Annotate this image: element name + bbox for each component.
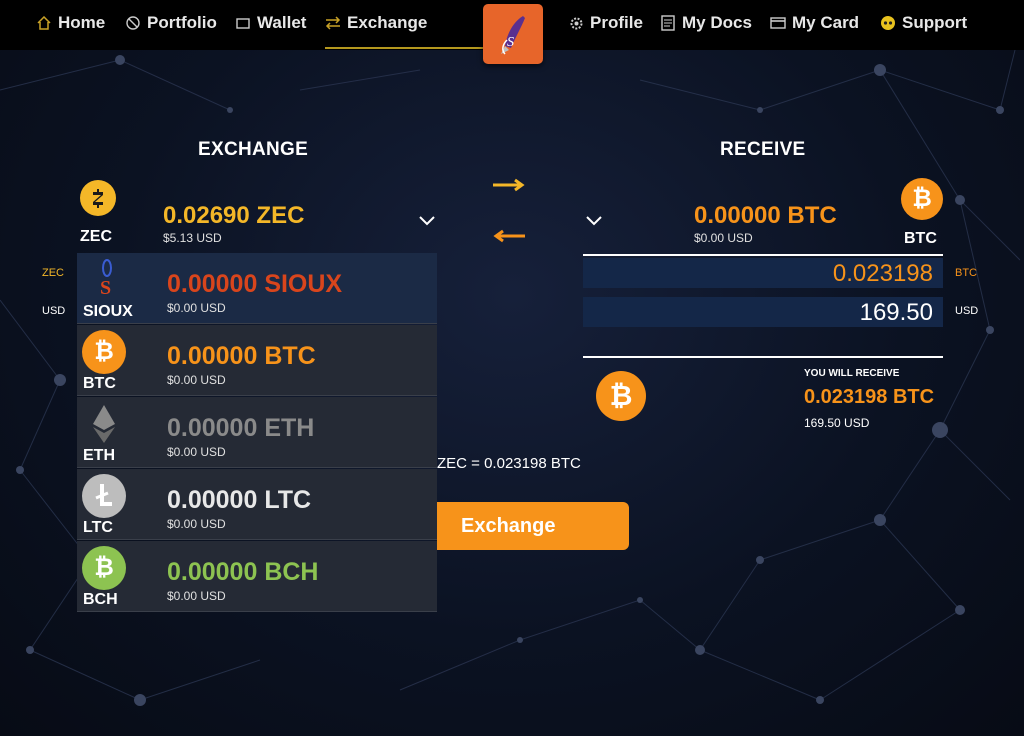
from-side-label-usd: USD bbox=[42, 305, 66, 317]
nav-support-label: Support bbox=[902, 13, 968, 32]
to-coin-symbol: BTC bbox=[904, 230, 937, 247]
nav-exchange-label: Exchange bbox=[347, 13, 428, 32]
coin-dropdown: S SIOUX 0.00000 SIOUX $0.00 USD ₿ BTC 0.… bbox=[77, 253, 437, 613]
nav-portfolio[interactable]: Portfolio bbox=[125, 11, 217, 35]
dropdown-ltc-amount: 0.00000 LTC bbox=[167, 486, 312, 514]
portfolio-icon bbox=[125, 15, 141, 31]
you-will-receive-usd: 169.50 USD bbox=[804, 416, 870, 430]
sioux-coin-icon: S bbox=[85, 258, 129, 302]
nav-wallet[interactable]: Wallet bbox=[235, 11, 306, 35]
dropdown-item-bch[interactable]: ₿ BCH 0.00000 BCH $0.00 USD bbox=[77, 541, 437, 612]
ltc-coin-icon bbox=[82, 474, 126, 518]
nav-my-docs[interactable]: My Docs bbox=[660, 11, 752, 35]
rocket-logo-icon: S bbox=[501, 16, 525, 55]
dropdown-bch-usd: $0.00 USD bbox=[167, 589, 226, 603]
exchange-icon bbox=[325, 15, 341, 31]
receive-usd-value: 169.50 bbox=[859, 299, 933, 326]
receive-bottom-divider bbox=[583, 356, 943, 358]
support-icon bbox=[880, 15, 896, 31]
from-usd: $5.13 USD bbox=[163, 231, 222, 245]
nav-portfolio-label: Portfolio bbox=[147, 13, 217, 32]
exchange-heading: EXCHANGE bbox=[198, 139, 309, 160]
receive-btc-label: BTC bbox=[955, 267, 977, 279]
from-amount[interactable]: 0.02690 ZEC bbox=[163, 202, 304, 230]
wallet-icon bbox=[235, 15, 251, 31]
dropdown-eth-symbol: ETH bbox=[83, 447, 115, 464]
from-chevron-down-icon[interactable] bbox=[416, 210, 438, 232]
dropdown-bch-amount: 0.00000 BCH bbox=[167, 558, 319, 586]
app-logo[interactable]: S bbox=[483, 4, 543, 64]
from-coin-symbol: ZEC bbox=[80, 228, 112, 245]
exchange-button[interactable]: Exchange bbox=[437, 502, 629, 550]
nav-profile[interactable]: Profile bbox=[568, 11, 643, 35]
to-amount[interactable]: 0.00000 BTC bbox=[694, 202, 837, 230]
nav-profile-label: Profile bbox=[590, 13, 643, 32]
home-icon bbox=[36, 15, 52, 31]
arrow-right-icon[interactable] bbox=[491, 178, 527, 192]
dropdown-btc-amount: 0.00000 BTC bbox=[167, 342, 316, 370]
nav-my-card[interactable]: My Card bbox=[770, 11, 859, 35]
dropdown-sioux-symbol: SIOUX bbox=[83, 303, 133, 320]
dropdown-eth-usd: $0.00 USD bbox=[167, 445, 226, 459]
dropdown-item-sioux[interactable]: S SIOUX 0.00000 SIOUX $0.00 USD bbox=[77, 253, 437, 324]
svg-text:S: S bbox=[100, 277, 111, 299]
dropdown-ltc-usd: $0.00 USD bbox=[167, 517, 226, 531]
eth-coin-icon bbox=[82, 402, 126, 446]
exchange-rate: ZEC = 0.023198 BTC bbox=[437, 455, 581, 472]
btc-coin-icon: ₿ bbox=[901, 178, 943, 220]
nav-my-card-label: My Card bbox=[792, 13, 860, 32]
nav-exchange[interactable]: Exchange bbox=[325, 11, 488, 49]
to-usd: $0.00 USD bbox=[694, 231, 753, 245]
gear-icon bbox=[568, 15, 584, 31]
dropdown-item-btc[interactable]: ₿ BTC 0.00000 BTC $0.00 USD bbox=[77, 325, 437, 396]
credit-card-icon bbox=[770, 15, 786, 31]
receive-usd-field[interactable]: 169.50 bbox=[583, 297, 943, 327]
arrow-left-icon[interactable] bbox=[491, 229, 527, 243]
dropdown-ltc-symbol: LTC bbox=[83, 519, 113, 536]
you-will-receive-amount: 0.023198 BTC bbox=[804, 386, 935, 408]
nav-my-docs-label: My Docs bbox=[682, 13, 752, 32]
dropdown-bch-symbol: BCH bbox=[83, 591, 118, 608]
document-icon bbox=[660, 15, 676, 31]
dropdown-eth-amount: 0.00000 ETH bbox=[167, 414, 315, 442]
from-side-label-coin: ZEC bbox=[42, 267, 64, 279]
bch-coin-icon: ₿ bbox=[82, 546, 126, 590]
logo-letter: S bbox=[507, 35, 514, 50]
dropdown-sioux-amount: 0.00000 SIOUX bbox=[167, 270, 343, 298]
you-will-receive-btc-icon: ₿ bbox=[596, 371, 646, 421]
dropdown-item-eth[interactable]: ETH 0.00000 ETH $0.00 USD bbox=[77, 397, 437, 468]
btc-coin-icon: ₿ bbox=[82, 330, 126, 374]
nav-support[interactable]: Support bbox=[880, 11, 967, 35]
you-will-receive-label: YOU WILL RECEIVE bbox=[804, 368, 900, 379]
dropdown-sioux-usd: $0.00 USD bbox=[167, 301, 226, 315]
nav-home[interactable]: Home bbox=[36, 11, 105, 35]
receive-top-divider bbox=[583, 254, 943, 256]
dropdown-item-ltc[interactable]: LTC 0.00000 LTC $0.00 USD bbox=[77, 469, 437, 540]
zec-coin-icon bbox=[80, 180, 116, 216]
dropdown-btc-usd: $0.00 USD bbox=[167, 373, 226, 387]
nav-wallet-label: Wallet bbox=[257, 13, 307, 32]
receive-usd-label: USD bbox=[955, 305, 979, 317]
receive-heading: RECEIVE bbox=[720, 139, 806, 160]
nav-home-label: Home bbox=[58, 13, 106, 32]
dropdown-btc-symbol: BTC bbox=[83, 375, 116, 392]
receive-btc-field[interactable]: 0.023198 bbox=[583, 258, 943, 288]
receive-btc-value: 0.023198 bbox=[832, 260, 933, 287]
to-chevron-down-icon[interactable] bbox=[583, 210, 605, 232]
